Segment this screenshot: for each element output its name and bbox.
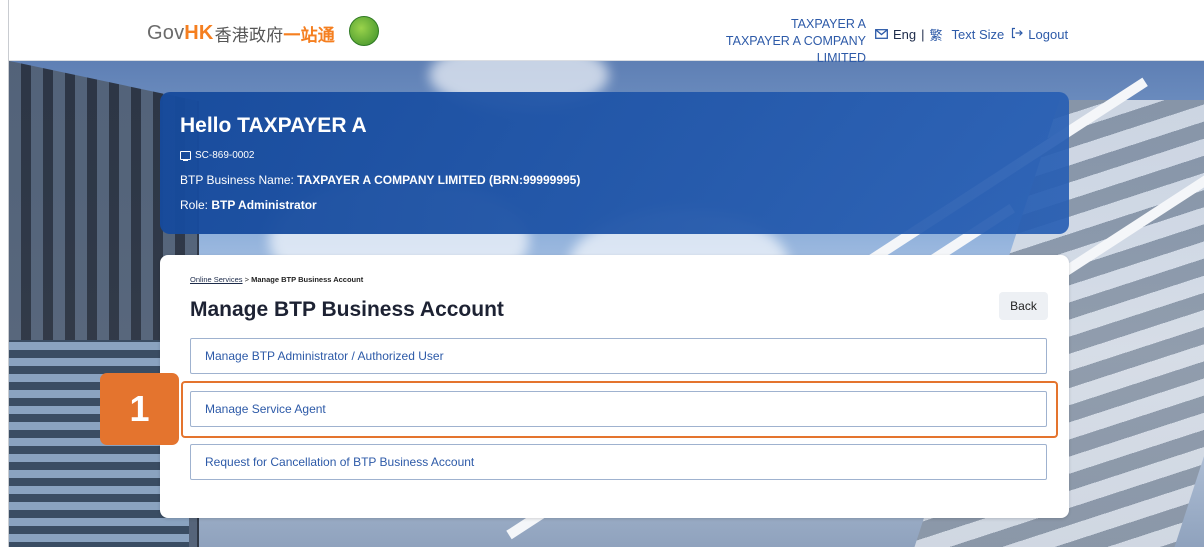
business-name-row: BTP Business Name: TAXPAYER A COMPANY LI… — [180, 173, 580, 187]
back-button[interactable]: Back — [999, 292, 1048, 320]
logout-icon[interactable] — [1011, 27, 1024, 42]
text-size-link[interactable]: Text Size — [952, 27, 1005, 42]
lang-traditional-chinese[interactable]: 繁 — [930, 25, 943, 44]
role-label: Role: — [180, 198, 209, 212]
govhk-logo[interactable]: Gov HK 香港政府 一站通 — [147, 16, 379, 46]
greeting-panel: Hello TAXPAYER A SC-869-0002 BTP Busines… — [160, 92, 1069, 234]
breadcrumb: Online Services > Manage BTP Business Ac… — [190, 275, 363, 284]
breadcrumb-separator: > — [244, 275, 250, 284]
option-request-cancellation[interactable]: Request for Cancellation of BTP Business… — [190, 444, 1047, 480]
step-highlight-box — [181, 381, 1058, 438]
logo-zh-text: 香港政府 — [214, 25, 284, 45]
mail-icon[interactable] — [875, 27, 888, 42]
breadcrumb-current: Manage BTP Business Account — [251, 275, 364, 284]
browser-viewport: Gov HK 香港政府 一站通 TAXPAYER A TAXPAYER A COMPA… — [8, 0, 1204, 547]
account-info: TAXPAYER A TAXPAYER A COMPANY LIMITED — [676, 16, 866, 67]
account-company: TAXPAYER A COMPANY LIMITED — [725, 34, 866, 65]
logo-gov-text: Gov — [147, 21, 185, 44]
role-row: Role: BTP Administrator — [180, 198, 317, 212]
option-manage-admin-user[interactable]: Manage BTP Administrator / Authorized Us… — [190, 338, 1047, 374]
breadcrumb-online-services[interactable]: Online Services — [190, 275, 243, 284]
computer-icon — [180, 151, 191, 161]
account-id: SC-869-0002 — [180, 150, 254, 161]
ivan-badge-icon — [349, 16, 379, 46]
lang-eng[interactable]: Eng — [893, 27, 916, 42]
account-name: TAXPAYER A — [790, 17, 866, 31]
account-id-text: SC-869-0002 — [195, 150, 255, 161]
greeting-title: Hello TAXPAYER A — [180, 114, 367, 137]
logout-link[interactable]: Logout — [1028, 27, 1068, 42]
top-bar: Gov HK 香港政府 一站通 TAXPAYER A TAXPAYER A COMPA… — [9, 0, 1204, 65]
page-title: Manage BTP Business Account — [190, 298, 504, 321]
lang-separator: | — [921, 27, 925, 42]
top-links: Eng | 繁 Text Size Logout — [875, 25, 1068, 44]
step-number-badge: 1 — [100, 373, 179, 445]
logo-zh2-text: 一站通 — [283, 25, 335, 45]
business-name-label: BTP Business Name: — [180, 173, 294, 187]
logo-hk-text: HK — [184, 21, 214, 44]
business-name-value: TAXPAYER A COMPANY LIMITED (BRN:99999995… — [297, 173, 581, 187]
role-value: BTP Administrator — [211, 198, 317, 212]
